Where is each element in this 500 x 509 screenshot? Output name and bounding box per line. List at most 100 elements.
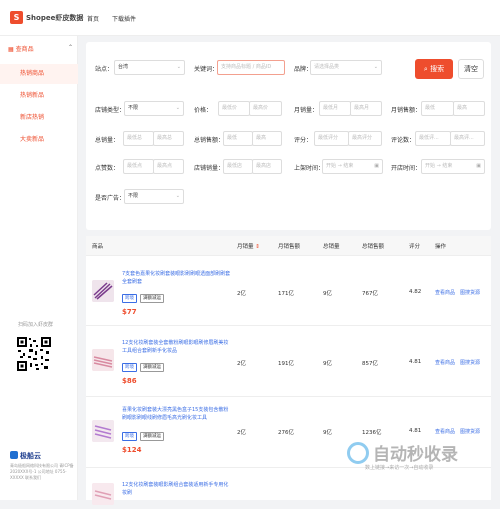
table-row: 喜果化妆刷套装大漂亮黑色盒子15支装包含散粉刷眼影刷眼线刷修眉毛高光刷化妆工具 … (86, 398, 491, 468)
listed-start-placeholder: 开始 (326, 163, 337, 169)
sidebar-section-products[interactable]: ▦ 查商品 ⌃ (8, 44, 73, 53)
table-row: 7支套色嘉果化妆刷套装眼影刷刷眼透面部刷刷套全套刷套 跨境 满额减运 $77 2… (86, 256, 491, 326)
product-image[interactable] (92, 483, 114, 505)
table-row: 12支化妆刷套装全套散粉刷眼影眼刷修眉刷美妆工具组合套刷新手化妆品 跨境 满额减… (86, 327, 491, 397)
search-button-label: 搜索 (430, 65, 445, 73)
image-search-link[interactable]: 图搜货源 (460, 359, 480, 366)
keyword-label: 关键词： (194, 66, 219, 73)
qr-label: 扫码加入虾皮群 (18, 322, 54, 328)
calendar-icon: ▣ (374, 163, 379, 169)
total-gmv-value: 1236亿 (362, 430, 382, 436)
col-monthly-sales[interactable]: 月销量 ⇕ (237, 242, 260, 250)
product-name[interactable]: 7支套色嘉果化妆刷套装眼影刷刷眼透面部刷刷套全套刷套 (122, 270, 232, 286)
company-info: 青岛极船网络科技有限公司 青ICP备2020XXX号-1 公司地址 0755-X… (10, 463, 74, 480)
sidebar-item-hot-products[interactable]: 热销商品 (0, 64, 78, 84)
tag-shipping: 满额减运 (140, 363, 164, 372)
site-select[interactable]: 台湾 ⌄ (114, 60, 185, 75)
monthly-gmv-max-input[interactable]: 最高 (453, 101, 485, 116)
shop-type-label: 店铺类型： (95, 107, 126, 114)
monthly-gmv-value: 276亿 (278, 430, 294, 436)
clear-button[interactable]: 清空 (458, 59, 484, 79)
total-gmv-max-input[interactable]: 最高 (252, 131, 282, 146)
shop-time-range[interactable]: 开始 → 结束 ▣ (421, 159, 485, 174)
tag-crossborder: 跨境 (122, 294, 137, 303)
site-value: 台湾 (118, 64, 129, 70)
price-max-input[interactable]: 最高价 (249, 101, 282, 116)
total-sales-max-input[interactable]: 最高总 (153, 131, 184, 146)
rating-max-input[interactable]: 最高评分 (348, 131, 382, 146)
product-table: 商品 月销量 ⇕ 月销售额 总销量 总销售额 评分 操作 7支套色嘉果化妆刷套装… (86, 236, 491, 505)
tag-shipping: 满额减运 (140, 294, 164, 303)
monthly-gmv-min-input[interactable]: 最低 (421, 101, 454, 116)
brand-title: Shopee虾皮数据 (26, 14, 84, 22)
site-label: 站点： (95, 66, 114, 73)
search-button[interactable]: ⌕ 搜索 (415, 59, 453, 79)
filter-panel: 站点： 台湾 ⌄ 关键词： 支持商品标题 / 商品ID 品牌： 请选择品类 ⌄ ⌕ … (86, 42, 491, 230)
image-search-link[interactable]: 图搜货源 (460, 289, 480, 296)
product-name[interactable]: 12支化妆刷套装全套散粉刷眼影眼刷修眉刷美妆工具组合套刷新手化妆品 (122, 339, 232, 355)
view-product-link[interactable]: 查看商品 (435, 359, 455, 366)
rating-min-input[interactable]: 最低评分 (314, 131, 349, 146)
product-price: $124 (122, 446, 142, 454)
listed-time-range[interactable]: 开始 → 结束 ▣ (322, 159, 383, 174)
ad-select[interactable]: 不限 ⌄ (124, 189, 184, 204)
shop-type-value: 不限 (128, 105, 139, 111)
shopee-logo-icon: S (10, 11, 23, 24)
sidebar-item-big-new[interactable]: 大卖新品 (0, 130, 78, 150)
table-header: 商品 月销量 ⇕ 月销售额 总销量 总销售额 评分 操作 (86, 236, 491, 256)
product-name[interactable]: 12支化妆刷套装眼影刷组合套装适用新手专用化妆刷 (122, 481, 232, 497)
product-image[interactable] (92, 280, 114, 302)
col-rating[interactable]: 评分 (409, 242, 420, 250)
rating-value: 4.81 (409, 359, 422, 365)
product-image[interactable] (92, 420, 114, 442)
shop-type-select[interactable]: 不限 ⌄ (124, 101, 184, 116)
chevron-down-icon: ⌄ (176, 64, 181, 70)
calendar-icon: ▣ (476, 163, 481, 169)
sidebar-section-label: 查商品 (15, 46, 34, 53)
price-min-input[interactable]: 最低价 (218, 101, 250, 116)
view-product-link[interactable]: 查看商品 (435, 289, 455, 296)
total-gmv-value: 857亿 (362, 361, 378, 367)
chevron-down-icon: ⌄ (175, 193, 180, 199)
likes-label: 点赞数： (95, 165, 120, 172)
col-monthly-gmv[interactable]: 月销售额 (278, 242, 300, 250)
view-product-link[interactable]: 查看商品 (435, 428, 455, 435)
monthly-gmv-value: 191亿 (278, 361, 294, 367)
sidebar-item-new-shop-hot[interactable]: 新店热销 (0, 108, 78, 128)
shop-sales-max-input[interactable]: 最高店 (252, 159, 282, 174)
col-monthly-sales-label: 月销量 (237, 244, 254, 250)
image-search-link[interactable]: 图搜货源 (460, 428, 480, 435)
product-price: $86 (122, 377, 137, 385)
product-image[interactable] (92, 349, 114, 371)
rating-label: 评分： (294, 137, 313, 144)
tag-crossborder: 跨境 (122, 432, 137, 441)
reviews-min-input[interactable]: 最低评... (415, 131, 451, 146)
keyword-input[interactable]: 支持商品标题 / 商品ID (217, 60, 285, 75)
product-name[interactable]: 喜果化妆刷套装大漂亮黑色盒子15支装包含散粉刷眼影刷眼线刷修眉毛高光刷化妆工具 (122, 406, 232, 422)
sidebar-item-hot-new[interactable]: 热销新品 (0, 86, 78, 106)
shop-end-placeholder: 结束 (442, 163, 453, 169)
shop-start-placeholder: 开始 (425, 163, 436, 169)
monthly-sales-max-input[interactable]: 最高月 (350, 101, 382, 116)
shop-sales-min-input[interactable]: 最低店 (223, 159, 253, 174)
brand-placeholder: 请选择品类 (314, 64, 340, 70)
likes-max-input[interactable]: 最高点 (153, 159, 184, 174)
nav-download-plugin[interactable]: 下载插件 (112, 14, 136, 23)
monthly-sales-min-input[interactable]: 最低月 (319, 101, 351, 116)
col-total-gmv[interactable]: 总销售额 (362, 242, 384, 250)
total-sales-min-input[interactable]: 最低总 (123, 131, 154, 146)
monthly-sales-label: 月销量： (294, 107, 319, 114)
shop-time-label: 开店时间： (391, 165, 422, 172)
shop-sales-label: 店铺销量： (194, 165, 225, 172)
brand-select[interactable]: 请选择品类 ⌄ (310, 60, 382, 75)
ad-value: 不限 (128, 193, 139, 199)
nav-home[interactable]: 首页 (87, 14, 99, 23)
col-total-sales[interactable]: 总销量 (323, 242, 340, 250)
sidebar: ▦ 查商品 ⌃ 热销商品 热销新品 新店热销 大卖新品 (0, 36, 78, 500)
likes-min-input[interactable]: 最低点 (123, 159, 154, 174)
total-sales-label: 总销量： (95, 137, 120, 144)
reviews-max-input[interactable]: 最高评... (450, 131, 485, 146)
total-gmv-min-input[interactable]: 最低 (223, 131, 253, 146)
total-gmv-value: 767亿 (362, 291, 378, 297)
total-sales-value: 9亿 (323, 291, 332, 297)
